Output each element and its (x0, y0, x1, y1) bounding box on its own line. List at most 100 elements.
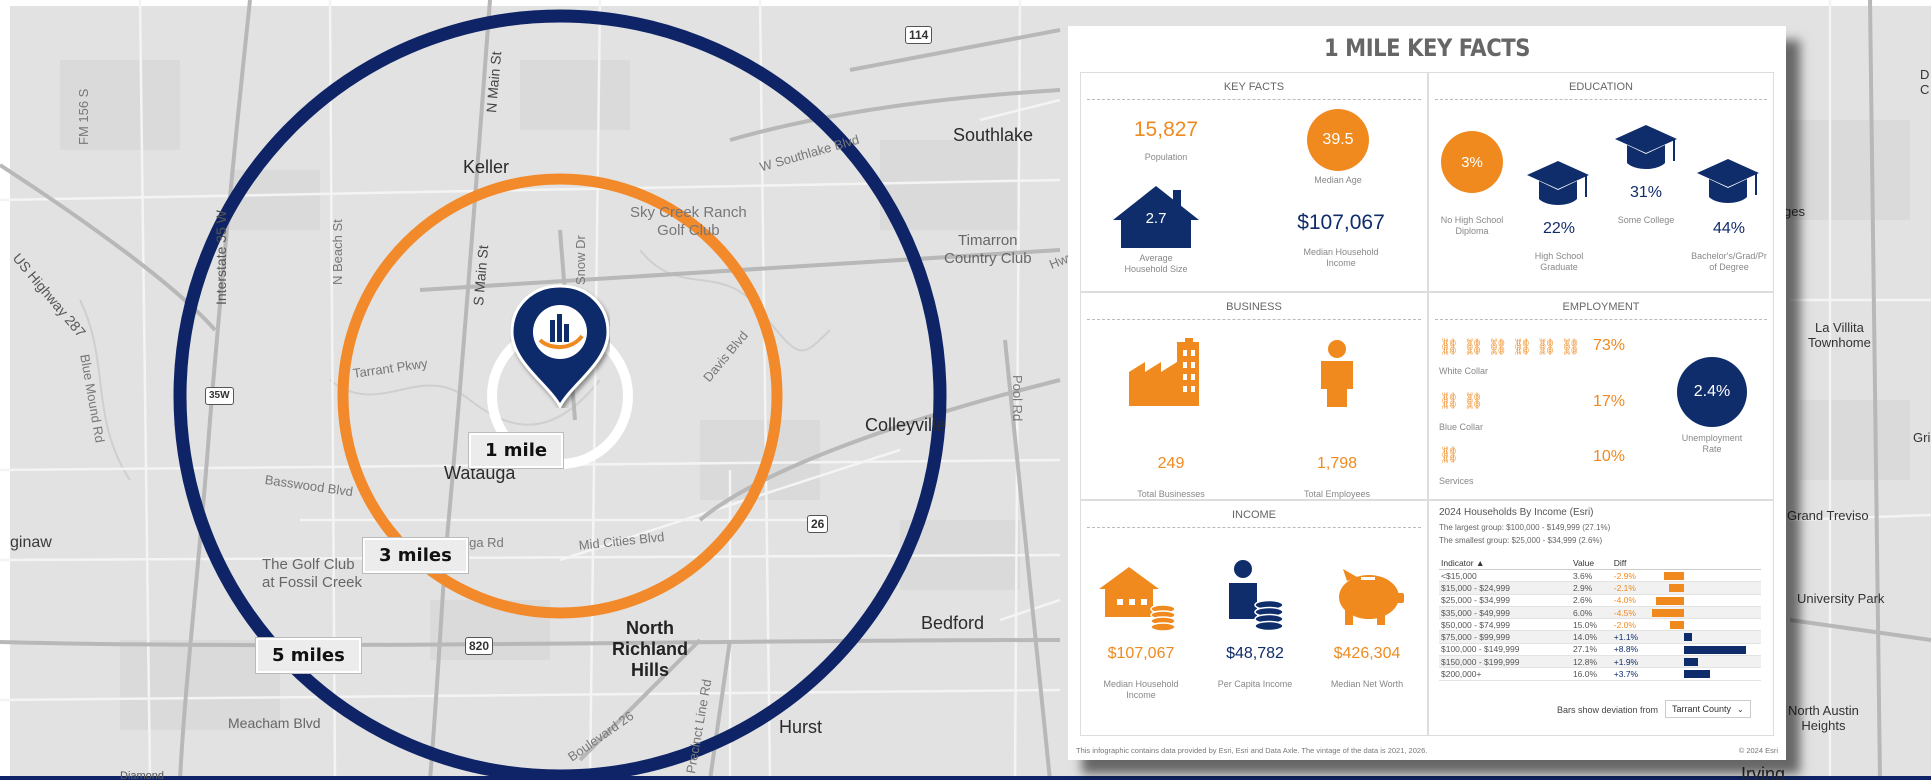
households-by-income-table: Indicator ▲ Value Diff <$15,000 3.6% -2.9%… (1439, 557, 1761, 681)
graduation-cap-icon (1615, 125, 1677, 169)
cell-value: 6.0% (1570, 606, 1612, 620)
deviation-select-value: Tarrant County (1672, 704, 1732, 714)
table-row: <$15,000 3.6% -2.9% (1439, 569, 1761, 583)
education-section: EDUCATION 3% No High School Diploma 22% … (1428, 72, 1774, 292)
cell-diff: +8.8% (1611, 643, 1647, 657)
footer-copyright: © 2024 Esri (1738, 746, 1778, 755)
road-snow-dr: Snow Dr (573, 235, 588, 285)
highway-shield-35w: 35W (205, 387, 234, 405)
table-row: $100,000 - $149,999 27.1% +8.8% (1439, 643, 1761, 657)
households-by-income-section: 2024 Households By Income (Esri) The lar… (1428, 500, 1774, 736)
per-capita-label: Per Capita Income (1217, 679, 1293, 689)
place-sky-creek: Sky Creek Ranch Golf Club (630, 204, 747, 239)
road-meacham: Meacham Blvd (228, 715, 321, 731)
deviation-bar (1684, 670, 1711, 679)
place-la-villita: La Villita Townhome (1808, 320, 1871, 350)
cell-diff: -4.5% (1611, 606, 1647, 620)
key-facts-section: KEY FACTS 15,827 Population 39.5 Median … (1080, 72, 1428, 292)
person-icon (1321, 340, 1353, 407)
cell-value: 14.0% (1570, 630, 1612, 644)
deviation-bar (1684, 633, 1692, 642)
median-age-label: Median Age (1314, 175, 1362, 185)
place-timarron: Timarron Country Club (944, 232, 1032, 267)
cell-indicator: $15,000 - $24,999 (1439, 581, 1571, 595)
table-row: $150,000 - $199,999 12.8% +1.9% (1439, 655, 1761, 669)
radius-label-1-mile: 1 mile (469, 433, 564, 468)
cell-diff: -2.1% (1611, 581, 1647, 595)
per-capita-value: $48,782 (1226, 645, 1284, 662)
deviation-bar (1670, 621, 1685, 630)
services-icon: ⛓ (1439, 447, 1460, 464)
cell-indicator: $100,000 - $149,999 (1439, 643, 1571, 657)
deviation-bar (1684, 658, 1698, 667)
location-pin-icon[interactable] (510, 284, 610, 408)
cell-bar (1646, 581, 1761, 595)
deviation-bar (1652, 608, 1685, 617)
total-employees-value: 1,798 (1316, 455, 1358, 472)
population-value: 15,827 (1133, 118, 1199, 141)
place-hurst: Hurst (779, 717, 823, 737)
white-collar-icon: ⛓⛓⛓⛓⛓⛓ (1439, 339, 1585, 356)
place-irving: Irving (1741, 764, 1786, 780)
blue-collar-label: Blue Collar (1439, 422, 1484, 432)
household-size-value: 2.7 (1145, 210, 1167, 227)
place-keller: Keller (463, 157, 510, 177)
total-employees-label: Total Employees (1303, 489, 1371, 499)
bachelors-label: Bachelor's/Grad/Pr of Degree (1691, 251, 1767, 272)
net-worth-value: $426,304 (1333, 645, 1401, 662)
highway-shield-26: 26 (807, 515, 829, 533)
place-diamond: Diamond (120, 770, 165, 780)
column-header-value[interactable]: Value (1570, 557, 1612, 570)
median-household-income-label: Median Household Income (1303, 247, 1379, 268)
no-hs-label: No High School Diploma (1440, 215, 1504, 236)
services-label: Services (1439, 476, 1474, 486)
no-hs-circle: 3% (1441, 131, 1503, 193)
cell-diff: +1.1% (1611, 630, 1647, 644)
column-header-indicator[interactable]: Indicator ▲ (1439, 557, 1571, 570)
cell-value: 16.0% (1570, 667, 1612, 681)
highway-shield-114: 114 (905, 26, 933, 44)
cell-indicator: $75,000 - $99,999 (1439, 630, 1571, 644)
deviation-select[interactable]: Tarrant County ⌄ (1665, 700, 1751, 718)
total-businesses-value: 249 (1157, 455, 1185, 472)
place-university-park: University Park (1797, 591, 1885, 606)
cell-bar (1646, 606, 1761, 620)
radius-label-5-miles: 5 miles (256, 638, 361, 673)
deviation-label: Bars show deviation from (1557, 705, 1659, 715)
table-row: $25,000 - $34,999 2.6% -4.0% (1439, 594, 1761, 607)
business-section: BUSINESS 249 Total Businesses 1,798 Tota… (1080, 292, 1428, 500)
column-header-diff[interactable]: Diff (1611, 557, 1647, 570)
employment-section: EMPLOYMENT ⛓⛓⛓⛓⛓⛓ 73% White Collar ⛓⛓ 17… (1428, 292, 1774, 500)
unemployment-label: Unemployment Rate (1681, 433, 1743, 454)
table-row: $75,000 - $99,999 14.0% +1.1% (1439, 630, 1761, 644)
income-median-household-label: Median Household Income (1103, 679, 1179, 700)
blue-collar-value: 17% (1592, 393, 1626, 410)
total-businesses-label: Total Businesses (1137, 489, 1205, 499)
some-college-value: 31% (1629, 184, 1663, 201)
services-value: 10% (1592, 448, 1626, 465)
blue-collar-icon: ⛓⛓ (1439, 393, 1488, 410)
income-section: INCOME $107,067 Median Household Income … (1080, 500, 1428, 736)
footer-note: This infographic contains data provided … (1076, 746, 1428, 755)
cell-indicator: $25,000 - $34,999 (1439, 594, 1571, 607)
white-collar-value: 73% (1592, 337, 1626, 354)
business-title: BUSINESS (1226, 301, 1282, 313)
place-grand-treviso: Grand Treviso (1787, 508, 1869, 523)
place-north-richland-hills: North Richland Hills (612, 618, 689, 680)
cell-diff: -4.0% (1611, 594, 1647, 607)
table-row: $200,000+ 16.0% +3.7% (1439, 667, 1761, 681)
graduation-cap-icon (1697, 159, 1759, 203)
place-north-austin: North Austin Heights (1788, 703, 1859, 733)
household-size-label: Average Household Size (1124, 253, 1188, 274)
cell-value: 3.6% (1570, 569, 1612, 583)
bachelors-value: 44% (1712, 220, 1746, 237)
median-age-value: 39.5 (1322, 131, 1354, 148)
cell-bar (1646, 667, 1761, 681)
cell-value: 15.0% (1570, 618, 1612, 632)
deviation-bar (1663, 572, 1685, 580)
place-gri: Gri (1913, 430, 1931, 445)
population-label: Population (1144, 152, 1188, 162)
radius-label-3-miles: 3 miles (363, 538, 468, 573)
net-worth-label: Median Net Worth (1330, 679, 1404, 689)
cell-value: 12.8% (1570, 655, 1612, 669)
